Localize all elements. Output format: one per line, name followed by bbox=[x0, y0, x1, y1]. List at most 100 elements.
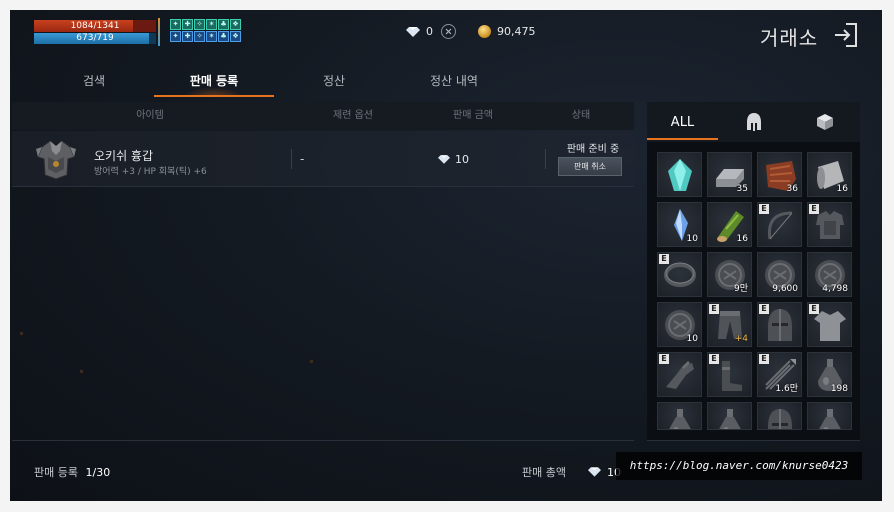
potion-icon bbox=[819, 409, 841, 429]
total-label: 판매 총액 bbox=[522, 466, 566, 479]
inventory-slot[interactable]: E +4 bbox=[707, 302, 752, 347]
gold-coin-icon bbox=[478, 25, 491, 38]
trade-tabs: 검색 판매 등록 정산 정산 내역 bbox=[34, 66, 626, 102]
listed-count: 판매 등록 1/30 bbox=[34, 464, 110, 480]
slot-count: 10 bbox=[686, 234, 698, 244]
bar-divider bbox=[158, 18, 160, 46]
ember-particle bbox=[310, 360, 313, 363]
item-name: 오키쉬 흉갑 bbox=[94, 149, 154, 163]
exit-icon[interactable] bbox=[832, 22, 858, 48]
potion-icon bbox=[719, 409, 741, 429]
tab-search[interactable]: 검색 bbox=[34, 66, 154, 102]
diamond-count: 0 bbox=[426, 25, 433, 38]
inventory-slot[interactable]: 16 bbox=[707, 202, 752, 247]
slot-count: 9만 bbox=[733, 284, 748, 294]
total-sale: 판매 총액 10 bbox=[522, 464, 621, 480]
equipped-badge: E bbox=[809, 304, 819, 314]
buff-icon: ✚ bbox=[182, 31, 193, 42]
col-item: 아이템 bbox=[136, 110, 164, 121]
slot-count: 1.6만 bbox=[775, 384, 798, 394]
column-divider bbox=[291, 149, 292, 169]
helmet-icon bbox=[768, 409, 792, 429]
inventory-slot[interactable]: 9,600 bbox=[757, 252, 802, 297]
equipped-badge: E bbox=[759, 204, 769, 214]
tab-settlement[interactable]: 정산 bbox=[274, 66, 394, 102]
buff-icon: ✚ bbox=[182, 19, 193, 30]
inventory-slot[interactable]: E bbox=[657, 252, 702, 297]
watermark-text: https://blog.naver.com/knurse0423 bbox=[616, 452, 862, 480]
table-row[interactable]: 오키쉬 흉갑 방어력 +3 / HP 회복(틱) +6 - 10 판매 준비 중… bbox=[12, 131, 634, 187]
tab-settlement-history[interactable]: 정산 내역 bbox=[394, 66, 514, 102]
listed-label: 판매 등록 bbox=[34, 466, 78, 479]
inventory-slot[interactable] bbox=[757, 402, 802, 430]
buff-icon: ✶ bbox=[206, 31, 217, 42]
inventory-slot[interactable]: 10 bbox=[657, 302, 702, 347]
inventory-slot[interactable]: 36 bbox=[757, 152, 802, 197]
diamond-icon bbox=[406, 26, 420, 37]
slot-count: 16 bbox=[836, 184, 848, 194]
box-icon bbox=[816, 114, 833, 130]
diamond-icon bbox=[587, 467, 601, 477]
slot-count: 36 bbox=[786, 184, 798, 194]
inventory-slot[interactable] bbox=[807, 402, 852, 430]
gold-count: 90,475 bbox=[497, 25, 536, 38]
inventory-slot[interactable]: E bbox=[707, 352, 752, 397]
inventory-slot[interactable]: E bbox=[657, 352, 702, 397]
ember-particle bbox=[20, 332, 23, 335]
inventory-slot[interactable]: 198 bbox=[807, 352, 852, 397]
inv-tab-all[interactable]: ALL bbox=[647, 102, 718, 142]
inventory-slot[interactable]: E bbox=[757, 302, 802, 347]
refine-option: - bbox=[300, 152, 305, 166]
hp-bar: 1084/1341 bbox=[34, 20, 156, 32]
buff-icon: ✶ bbox=[206, 19, 217, 30]
inventory-slot[interactable]: 9만 bbox=[707, 252, 752, 297]
column-divider bbox=[545, 149, 546, 169]
inventory-slot[interactable] bbox=[657, 402, 702, 430]
buff-icon: ❖ bbox=[230, 31, 241, 42]
inventory-tabs: ALL bbox=[647, 102, 860, 142]
divider bbox=[647, 440, 860, 441]
mp-text: 673/719 bbox=[76, 33, 114, 43]
table-header: 아이템 제련 옵션 판매 금액 상태 bbox=[12, 102, 634, 130]
buff-icon: ✧ bbox=[194, 19, 205, 30]
inventory-grid: 35 36 16 10 16 E E E 9만 9,600 4,798 10 E +4 E E E E E 1.6만 1… bbox=[657, 152, 854, 430]
buff-icon: ✧ bbox=[194, 31, 205, 42]
inv-tab-misc[interactable] bbox=[789, 102, 860, 142]
diamond-icon bbox=[438, 155, 450, 164]
inventory-slot[interactable]: E bbox=[757, 202, 802, 247]
status-text: 판매 준비 중 bbox=[566, 144, 620, 155]
tab-sell-register[interactable]: 판매 등록 bbox=[154, 66, 274, 102]
inventory-slot[interactable]: 16 bbox=[807, 152, 852, 197]
equipped-badge: E bbox=[659, 354, 669, 364]
col-price: 판매 금액 bbox=[453, 110, 493, 121]
item-stats: 방어력 +3 / HP 회복(틱) +6 bbox=[94, 167, 207, 177]
chest-armor-icon bbox=[36, 140, 76, 180]
inventory-slot[interactable]: E 1.6만 bbox=[757, 352, 802, 397]
inventory-panel: ALL 35 36 16 10 16 E E E 9만 9,600 4,798 10 E +4 E E E E E 1… bbox=[647, 102, 860, 440]
buff-list: ✦ ✚ ✧ ✶ ♣ ❖ ✦ ✚ ✧ ✶ ♣ ❖ bbox=[170, 19, 242, 42]
inventory-slot[interactable]: 10 bbox=[657, 202, 702, 247]
equipped-badge: E bbox=[759, 304, 769, 314]
slot-count: +4 bbox=[734, 334, 748, 344]
hp-text: 1084/1341 bbox=[70, 21, 120, 31]
inventory-slot[interactable]: E bbox=[807, 202, 852, 247]
inventory-slot[interactable] bbox=[707, 402, 752, 430]
add-diamond-icon[interactable] bbox=[437, 20, 460, 43]
sale-price: 10 bbox=[438, 153, 469, 166]
inventory-slot[interactable]: 35 bbox=[707, 152, 752, 197]
slot-count: 9,600 bbox=[772, 284, 798, 294]
buff-icon: ♣ bbox=[218, 19, 229, 30]
inventory-slot[interactable]: E bbox=[807, 302, 852, 347]
equipped-badge: E bbox=[659, 254, 669, 264]
equipped-badge: E bbox=[809, 204, 819, 214]
equipped-badge: E bbox=[709, 354, 719, 364]
slot-count: 4,798 bbox=[822, 284, 848, 294]
buff-icon: ✦ bbox=[170, 19, 181, 30]
inventory-slot[interactable]: 4,798 bbox=[807, 252, 852, 297]
buff-icon: ♣ bbox=[218, 31, 229, 42]
listed-value: 1/30 bbox=[85, 466, 111, 479]
col-refine: 제련 옵션 bbox=[333, 110, 373, 121]
inv-tab-equipment[interactable] bbox=[718, 102, 789, 142]
cancel-sale-button[interactable]: 판매 취소 bbox=[558, 157, 622, 176]
inventory-slot[interactable] bbox=[657, 152, 702, 197]
